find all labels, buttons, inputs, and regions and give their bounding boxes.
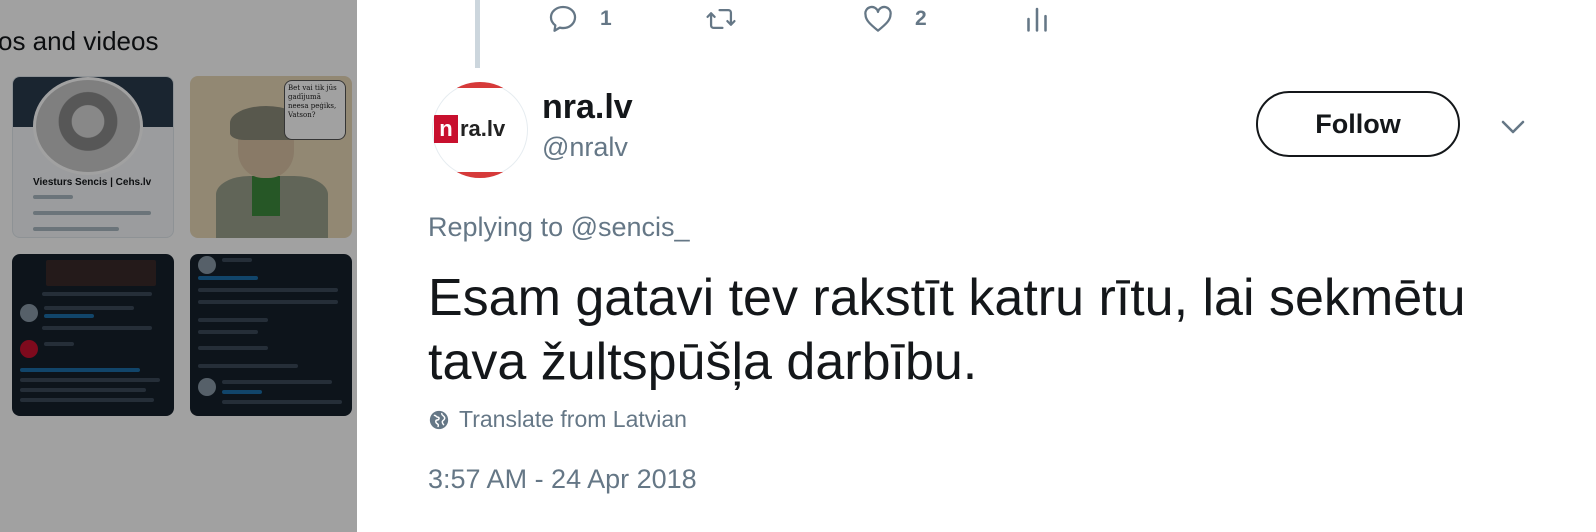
- heart-icon: [864, 5, 892, 32]
- chevron-down-icon[interactable]: [1498, 112, 1528, 142]
- translate-link[interactable]: Translate from Latvian: [428, 406, 687, 433]
- tweet-timestamp[interactable]: 3:57 AM - 24 Apr 2018: [428, 464, 697, 495]
- thread-connector: [475, 0, 480, 68]
- author-handle[interactable]: @nralv: [542, 132, 628, 163]
- modal-backdrop[interactable]: [0, 0, 357, 532]
- globe-icon: [429, 410, 449, 429]
- like-button[interactable]: 2: [861, 2, 927, 36]
- analytics-button[interactable]: [1020, 2, 1054, 36]
- reply-icon: [549, 5, 577, 32]
- media-panel: os and videos Viesturs Sencis | Cehs.lv …: [0, 0, 357, 532]
- nra-logo: n ra.lv: [434, 115, 505, 143]
- reply-button[interactable]: 1: [546, 2, 612, 36]
- analytics-icon: [1027, 7, 1047, 32]
- author-display-name[interactable]: nra.lv: [542, 88, 633, 127]
- author-avatar[interactable]: n ra.lv: [432, 82, 528, 178]
- follow-button[interactable]: Follow: [1256, 91, 1460, 157]
- tweet-text: Esam gatavi tev rakstīt katru rītu, lai …: [428, 269, 1466, 391]
- retweet-icon: [706, 8, 736, 30]
- translate-label: Translate from Latvian: [459, 406, 687, 432]
- reply-count: 1: [600, 7, 612, 30]
- retweet-button[interactable]: [704, 2, 738, 36]
- replying-to[interactable]: Replying to @sencis_: [428, 212, 690, 243]
- like-count: 2: [915, 7, 927, 30]
